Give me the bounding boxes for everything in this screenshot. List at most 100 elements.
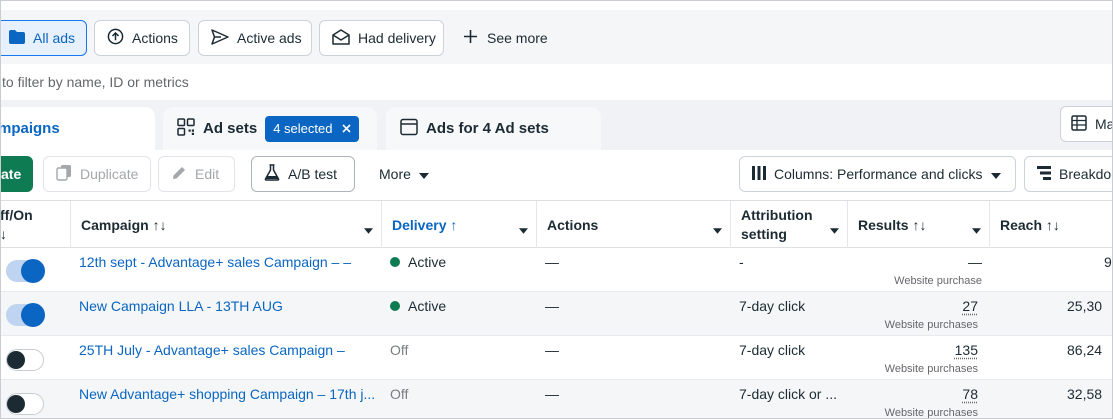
manage-button[interactable]: Ma [1060,106,1113,142]
all-ads-filter-button[interactable]: All ads [0,20,87,56]
column-delivery[interactable]: Delivery ↑ [382,201,537,248]
caret-down-icon[interactable] [972,221,981,237]
caret-down-icon[interactable] [830,221,839,237]
delivery-status-label: Active [408,254,447,270]
results-value[interactable]: 27 [962,298,978,314]
table-row[interactable]: 12th sept - Advantage+ sales Campaign – … [0,248,1113,292]
on-off-toggle[interactable] [6,303,45,327]
had-delivery-filter-button[interactable]: Had delivery [319,20,444,56]
create-button[interactable]: ate [0,156,33,192]
toggle-knob [7,351,25,369]
delivery-status-label: Active [408,298,447,314]
delivery-status: Active [390,298,446,314]
on-off-toggle[interactable] [6,259,45,283]
see-more-button[interactable]: See more [464,20,548,56]
edit-label: Edit [195,166,220,182]
results-subtext: Website purchases [884,319,978,331]
all-ads-label: All ads [33,30,76,46]
column-reach-label: Reach ↑↓ [1000,216,1060,233]
clear-selection-icon[interactable] [342,121,352,136]
campaign-name-link[interactable]: New Campaign LLA - 13TH AUG [79,298,283,314]
had-delivery-label: Had delivery [358,30,436,46]
actions-filter-button[interactable]: Actions [94,20,190,56]
column-results-label: Results ↑↓ [858,216,927,233]
toggle-knob [21,259,45,283]
tab-ads-label: Ads for 4 Ad sets [426,120,549,137]
active-status-dot [390,257,400,267]
more-label: More [379,166,411,182]
duplicate-icon [56,164,72,184]
sort-icon: ↓ [0,225,7,242]
ab-test-button[interactable]: A/B test [251,156,355,192]
selected-count-chip[interactable]: 4 selected [265,115,360,142]
tab-ads[interactable]: Ads for 4 Ad sets [386,107,601,150]
attribution-value: - [739,254,744,270]
delivery-status: Active [390,254,446,270]
actions-value: — [545,254,559,270]
tab-campaigns[interactable]: mpaigns [0,107,155,150]
actions-value: — [545,342,559,358]
column-delivery-label: Delivery ↑ [392,216,458,233]
actions-value: — [545,386,559,402]
on-off-toggle[interactable] [6,349,44,371]
folder-icon [9,29,25,47]
column-off-on[interactable]: ff/On ↓ [0,201,71,248]
edit-button[interactable]: Edit [158,156,235,192]
column-campaign[interactable]: Campaign ↑↓ [71,201,382,248]
toggle-knob [7,395,25,413]
results-value[interactable]: 135 [955,342,978,358]
on-off-toggle[interactable] [6,393,44,415]
tab-ad-sets[interactable]: Ad sets 4 selected [163,107,377,150]
reach-value: 25,30 [1067,298,1103,314]
table-header: ff/On ↓ Campaign ↑↓ Delivery ↑ Actions A… [0,200,1113,248]
toolbar: ate Duplicate Edit A/B test More Columns… [0,150,1113,200]
pencil-icon [171,165,187,184]
reach-value: 9 [1104,254,1112,270]
column-attribution-label-2: setting [741,225,787,242]
campaign-name-link[interactable]: 25TH July - Advantage+ sales Campaign – [79,342,345,358]
active-ads-label: Active ads [237,30,302,46]
search-bar [0,64,1113,100]
campaign-name-link[interactable]: New Advantage+ shopping Campaign – 17th … [79,386,375,402]
column-reach[interactable]: Reach ↑↓ [990,201,1113,248]
column-attribution-setting[interactable]: Attribution setting [731,201,848,248]
chevron-down-icon [418,166,429,182]
more-dropdown[interactable]: More [367,156,445,192]
ab-test-label: A/B test [288,166,338,182]
grid-icon [177,117,195,140]
column-attribution-label-1: Attribution [741,206,813,223]
caret-down-icon[interactable] [519,221,528,237]
search-input[interactable] [0,64,1100,100]
breakdown-icon [1037,165,1051,183]
active-ads-filter-button[interactable]: Active ads [198,20,312,56]
column-actions[interactable]: Actions [537,201,731,248]
duplicate-button[interactable]: Duplicate [43,156,151,192]
tab-ad-sets-label: Ad sets [203,120,258,137]
column-results[interactable]: Results ↑↓ [848,201,990,248]
chevron-down-icon [990,166,1001,182]
upload-circle-icon [107,28,124,48]
caret-down-icon[interactable] [713,221,722,237]
attribution-value: 7-day click or ... [739,386,838,402]
columns-dropdown[interactable]: Columns: Performance and clicks [739,156,1016,192]
envelope-icon [332,28,350,48]
breakdown-dropdown[interactable]: Breakdo [1024,156,1113,192]
selected-count-label: 4 selected [273,121,333,136]
tab-campaigns-label: mpaigns [0,120,60,137]
reach-value: 86,24 [1067,342,1103,358]
reach-value: 32,58 [1067,386,1103,402]
results-value[interactable]: 78 [962,386,978,402]
campaign-name-link[interactable]: 12th sept - Advantage+ sales Campaign – … [79,254,351,270]
ad-window-icon [400,118,418,140]
flask-icon [264,164,280,184]
caret-down-icon[interactable] [364,221,373,237]
table-row[interactable]: New Campaign LLA - 13TH AUG Active — 7-d… [0,292,1113,336]
plus-icon [464,30,477,46]
send-icon [211,28,229,48]
table-row[interactable]: New Advantage+ shopping Campaign – 17th … [0,380,1113,419]
breakdown-label: Breakdo [1059,166,1112,182]
delivery-status-label: Off [390,342,409,358]
manage-label: Ma [1095,116,1113,132]
table-row[interactable]: 25TH July - Advantage+ sales Campaign – … [0,336,1113,380]
duplicate-label: Duplicate [80,166,139,182]
